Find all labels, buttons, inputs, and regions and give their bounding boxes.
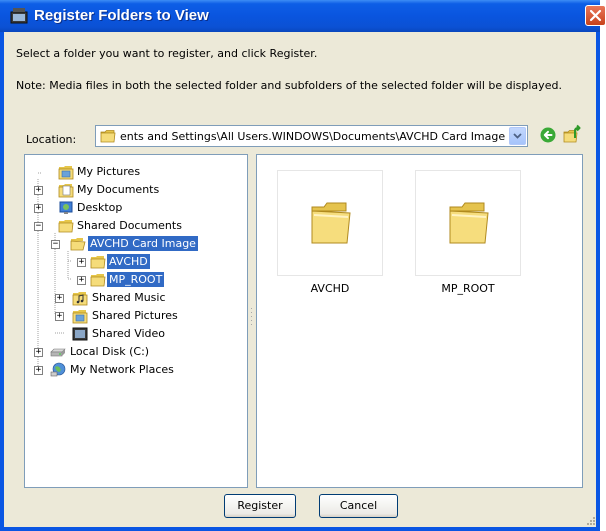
folder-icon (100, 130, 116, 143)
hard-disk-icon (50, 344, 66, 360)
folder-thumbnail[interactable] (277, 170, 383, 276)
expand-toggle[interactable]: + (34, 204, 43, 213)
instruction-text: Select a folder you want to register, an… (16, 47, 318, 60)
folder-tree[interactable]: My Pictures + My Documents + Desktop − S… (24, 154, 248, 488)
resize-grip-icon[interactable] (586, 516, 596, 526)
register-button[interactable]: Register (224, 494, 296, 518)
tree-item-shared-video[interactable]: Shared Video (90, 326, 167, 341)
location-label: Location: (26, 133, 77, 146)
expand-toggle[interactable]: + (55, 294, 64, 303)
tree-item-shared-pictures[interactable]: Shared Pictures (90, 308, 180, 323)
tree-item-shared-music[interactable]: Shared Music (90, 290, 168, 305)
expand-toggle[interactable]: + (77, 276, 86, 285)
documents-folder-icon (58, 182, 74, 198)
expand-toggle[interactable]: + (34, 366, 43, 375)
title-bar[interactable]: Register Folders to View (0, 0, 600, 32)
tree-item-avchd[interactable]: AVCHD (107, 254, 150, 269)
location-combobox[interactable]: ents and Settings\All Users.WINDOWS\Docu… (95, 125, 528, 147)
tree-item-local-disk[interactable]: Local Disk (C:) (68, 344, 151, 359)
tree-item-desktop[interactable]: Desktop (75, 200, 124, 215)
expand-toggle[interactable]: + (55, 312, 64, 321)
tree-item-avchd-card-image[interactable]: AVCHD Card Image (88, 236, 198, 251)
location-dropdown-button[interactable] (509, 127, 526, 145)
expand-toggle[interactable]: + (34, 186, 43, 195)
open-folder-icon (70, 236, 86, 252)
tree-item-mp-root[interactable]: MP_ROOT (107, 272, 165, 287)
expand-toggle[interactable]: + (77, 258, 86, 267)
folder-thumbnail-label: MP_ROOT (441, 282, 495, 295)
tree-item-my-network-places[interactable]: My Network Places (68, 362, 176, 377)
tree-item-shared-documents[interactable]: Shared Documents (75, 218, 184, 233)
film-folder-icon (10, 8, 28, 24)
back-arrow-icon[interactable] (540, 127, 556, 143)
collapse-toggle[interactable]: − (34, 222, 43, 231)
note-text: Note: Media files in both the selected f… (16, 79, 562, 92)
chevron-down-icon (513, 133, 522, 139)
tree-item-my-documents[interactable]: My Documents (75, 182, 161, 197)
collapse-toggle[interactable]: − (51, 240, 60, 249)
music-folder-icon (72, 290, 88, 306)
desktop-icon (58, 200, 74, 216)
expand-toggle[interactable]: + (34, 348, 43, 357)
pictures-folder-icon (72, 308, 88, 324)
folder-icon (90, 272, 106, 288)
location-path: ents and Settings\All Users.WINDOWS\Docu… (120, 130, 506, 143)
window-title: Register Folders to View (34, 7, 209, 24)
pictures-folder-icon (58, 164, 74, 180)
folder-thumbnail[interactable] (415, 170, 521, 276)
close-icon (589, 9, 602, 22)
folder-thumbnail-label: AVCHD (310, 282, 350, 295)
up-folder-icon[interactable] (563, 124, 583, 144)
large-folder-icon (311, 202, 351, 244)
video-folder-icon (72, 326, 88, 342)
tree-item-my-pictures[interactable]: My Pictures (75, 164, 142, 179)
folder-icon (90, 254, 106, 270)
shared-folder-icon (58, 218, 74, 234)
cancel-button[interactable]: Cancel (319, 494, 398, 518)
pane-splitter-grip[interactable] (250, 306, 254, 330)
large-folder-icon (449, 202, 489, 244)
close-button[interactable] (585, 5, 606, 26)
network-globe-icon (50, 362, 66, 378)
folder-contents-view[interactable]: AVCHD MP_ROOT (256, 154, 583, 488)
